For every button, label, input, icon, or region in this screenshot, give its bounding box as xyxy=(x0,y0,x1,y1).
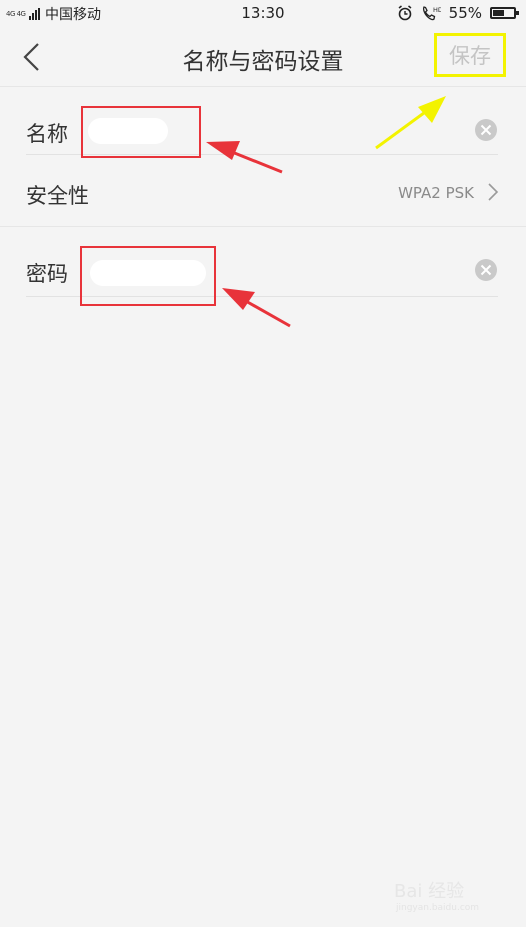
red-arrow-password xyxy=(222,288,291,328)
annotation-arrows xyxy=(206,96,446,328)
watermark-url: jingyan.baidu.com xyxy=(395,903,479,913)
red-arrow-name xyxy=(206,141,283,174)
watermark: Bai 经验 jingyan.baidu.com xyxy=(394,881,479,913)
watermark-text: Bai 经验 xyxy=(394,881,464,902)
yellow-arrow-save xyxy=(375,96,446,150)
